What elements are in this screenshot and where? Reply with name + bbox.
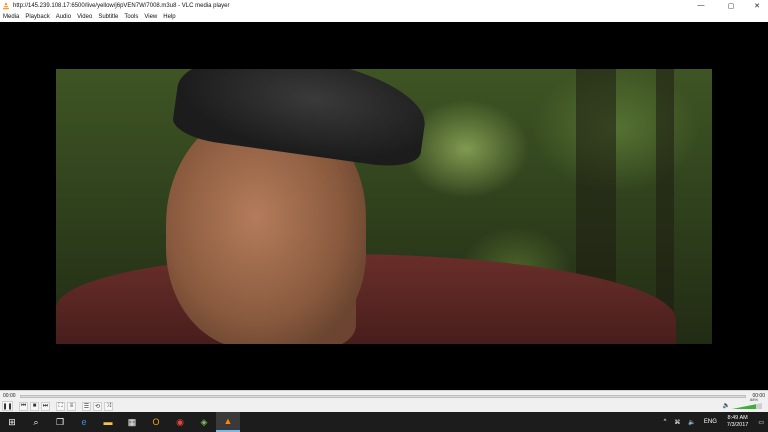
menu-subtitle[interactable]: Subtitle (98, 14, 118, 20)
menu-audio[interactable]: Audio (56, 14, 71, 20)
chevron-up-icon[interactable]: ^ (664, 419, 667, 425)
title-bar: http://145.239.108.17:6500/live/yellow/j… (0, 0, 768, 11)
maximize-button[interactable]: ▢ (720, 0, 742, 11)
video-area[interactable] (0, 22, 768, 390)
window-title: http://145.239.108.17:6500/live/yellow/j… (13, 2, 230, 9)
volume-control[interactable]: 🔈 88% (723, 397, 762, 409)
close-button[interactable]: ✕ (746, 0, 768, 11)
control-buttons: ❚❚ ⏮ ■ ⏭ ⛶ ≡ ☰ ⟲ ⤨ (2, 401, 115, 411)
vlc-cone-icon (2, 1, 10, 9)
search-icon[interactable]: ⌕ (24, 412, 48, 432)
clock-date: 7/3/2017 (726, 422, 749, 428)
file-explorer-icon[interactable]: ▬ (96, 412, 120, 432)
fullscreen-button[interactable]: ⛶ (56, 401, 65, 411)
store-icon[interactable]: ▦ (120, 412, 144, 432)
volume-icon[interactable]: 🔈 (688, 419, 695, 426)
seek-bar[interactable] (20, 395, 746, 398)
next-button[interactable]: ⏭ (41, 401, 50, 411)
network-icon[interactable]: ⌘ (674, 419, 680, 426)
volume-slider[interactable] (732, 403, 762, 409)
menu-help[interactable]: Help (163, 14, 175, 20)
windows-taskbar: ⊞ ⌕ ❐ e ▬ ▦ O ◉ ◈ ▲ ^ ⌘ 🔈 ENG 8:49 AM 7/… (0, 412, 768, 432)
system-tray: ^ ⌘ 🔈 ENG 8:49 AM 7/3/2017 ▭ (660, 412, 768, 432)
outlook-icon[interactable]: O (144, 412, 168, 432)
playlist-button[interactable]: ☰ (82, 401, 91, 411)
extended-settings-button[interactable]: ≡ (67, 401, 76, 411)
vlc-window: http://145.239.108.17:6500/live/yellow/j… (0, 0, 768, 412)
stop-button[interactable]: ■ (30, 401, 39, 411)
minimize-button[interactable]: — (690, 0, 712, 11)
loop-button[interactable]: ⟲ (93, 401, 102, 411)
menu-playback[interactable]: Playback (25, 14, 49, 20)
random-button[interactable]: ⤨ (104, 401, 113, 411)
video-frame[interactable] (56, 69, 712, 344)
menu-view[interactable]: View (144, 14, 157, 20)
clock-time: 8:49 AM (727, 415, 748, 421)
pause-button[interactable]: ❚❚ (2, 401, 13, 411)
language-indicator[interactable]: ENG (704, 419, 717, 425)
menu-tools[interactable]: Tools (124, 14, 138, 20)
vlc-icon[interactable]: ▲ (216, 412, 240, 432)
notifications-icon[interactable]: ▭ (758, 419, 764, 426)
start-icon[interactable]: ⊞ (0, 412, 24, 432)
menu-bar: Media Playback Audio Video Subtitle Tool… (0, 11, 768, 22)
task-view-icon[interactable]: ❐ (48, 412, 72, 432)
menu-video[interactable]: Video (77, 14, 92, 20)
previous-button[interactable]: ⏮ (19, 401, 28, 411)
edge-icon[interactable]: e (72, 412, 96, 432)
playback-controls: 00:00 00:00 ❚❚ ⏮ ■ ⏭ ⛶ ≡ ☰ ⟲ ⤨ 🔈 88% (0, 390, 768, 412)
volume-percent: 88% (749, 397, 758, 402)
app-icon[interactable]: ◈ (192, 412, 216, 432)
menu-media[interactable]: Media (3, 14, 19, 20)
chrome-icon[interactable]: ◉ (168, 412, 192, 432)
elapsed-time: 00:00 (3, 393, 16, 399)
clock[interactable]: 8:49 AM 7/3/2017 (727, 415, 748, 429)
speaker-icon[interactable]: 🔈 (723, 402, 730, 409)
